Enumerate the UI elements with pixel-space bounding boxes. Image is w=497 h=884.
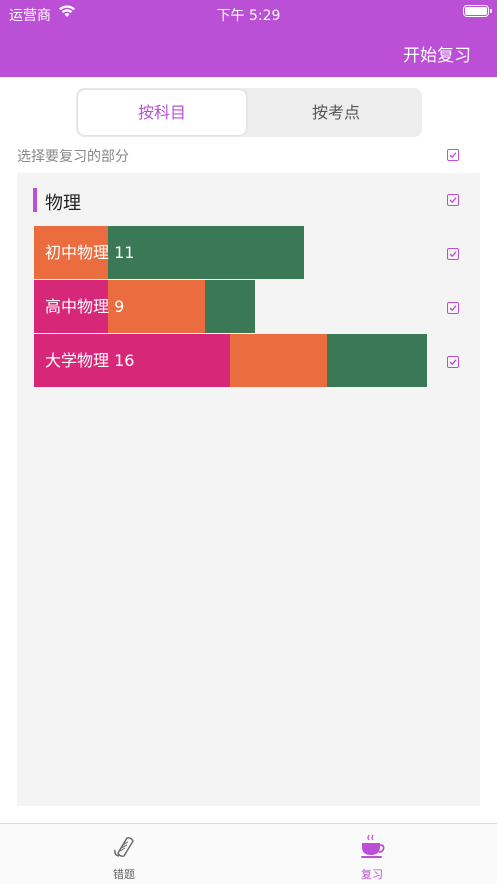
tab-wrong-questions[interactable]: 错题 <box>64 824 184 884</box>
row-senior-physics[interactable]: 高中物理 9 <box>34 280 255 333</box>
row-checkbox-senior[interactable] <box>447 302 459 314</box>
row-college-physics[interactable]: 大学物理 16 <box>34 334 427 387</box>
check-icon <box>449 152 457 159</box>
segmented-control: 按科目 按考点 <box>76 88 422 137</box>
select-parts-label: 选择要复习的部分 <box>17 149 129 165</box>
row-label: 大学物理 16 <box>45 351 135 370</box>
tab-by-point[interactable]: 按考点 <box>250 88 422 137</box>
row-junior-physics[interactable]: 初中物理 11 <box>34 226 304 279</box>
check-icon <box>449 305 457 312</box>
coffee-cup-icon <box>361 834 385 858</box>
select-all-checkbox[interactable] <box>447 149 459 161</box>
tab-by-subject[interactable]: 按科目 <box>78 90 246 135</box>
row-segment-bar <box>327 334 427 387</box>
tab-wrong-label: 错题 <box>113 868 135 881</box>
subject-accent-bar <box>33 188 37 212</box>
tab-review[interactable]: 复习 <box>312 824 432 884</box>
check-icon <box>449 197 457 204</box>
check-icon <box>449 251 457 258</box>
row-checkbox-college[interactable] <box>447 356 459 368</box>
row-label: 初中物理 11 <box>45 243 135 262</box>
row-label: 高中物理 9 <box>45 297 125 316</box>
subject-title: 物理 <box>45 193 81 214</box>
status-bar: 运营商 下午 5:29 <box>0 0 497 26</box>
scroll-icon <box>114 837 134 857</box>
check-icon <box>449 359 457 366</box>
row-segment-bar <box>205 280 255 333</box>
status-time: 下午 5:29 <box>216 8 281 24</box>
row-checkbox-junior[interactable] <box>447 248 459 260</box>
start-review-button[interactable]: 开始复习 <box>403 41 471 66</box>
tab-bar: 错题 复习 <box>0 823 497 884</box>
subject-panel: 物理 初中物理 11 高中物理 9 大学物理 16 <box>17 173 480 806</box>
row-segment-bar <box>230 334 327 387</box>
subject-checkbox[interactable] <box>447 194 459 206</box>
row-segment-bar <box>108 226 304 279</box>
tab-review-label: 复习 <box>361 868 383 881</box>
battery-icon <box>463 5 492 17</box>
app-header: 运营商 下午 5:29 开始复习 <box>0 0 497 77</box>
